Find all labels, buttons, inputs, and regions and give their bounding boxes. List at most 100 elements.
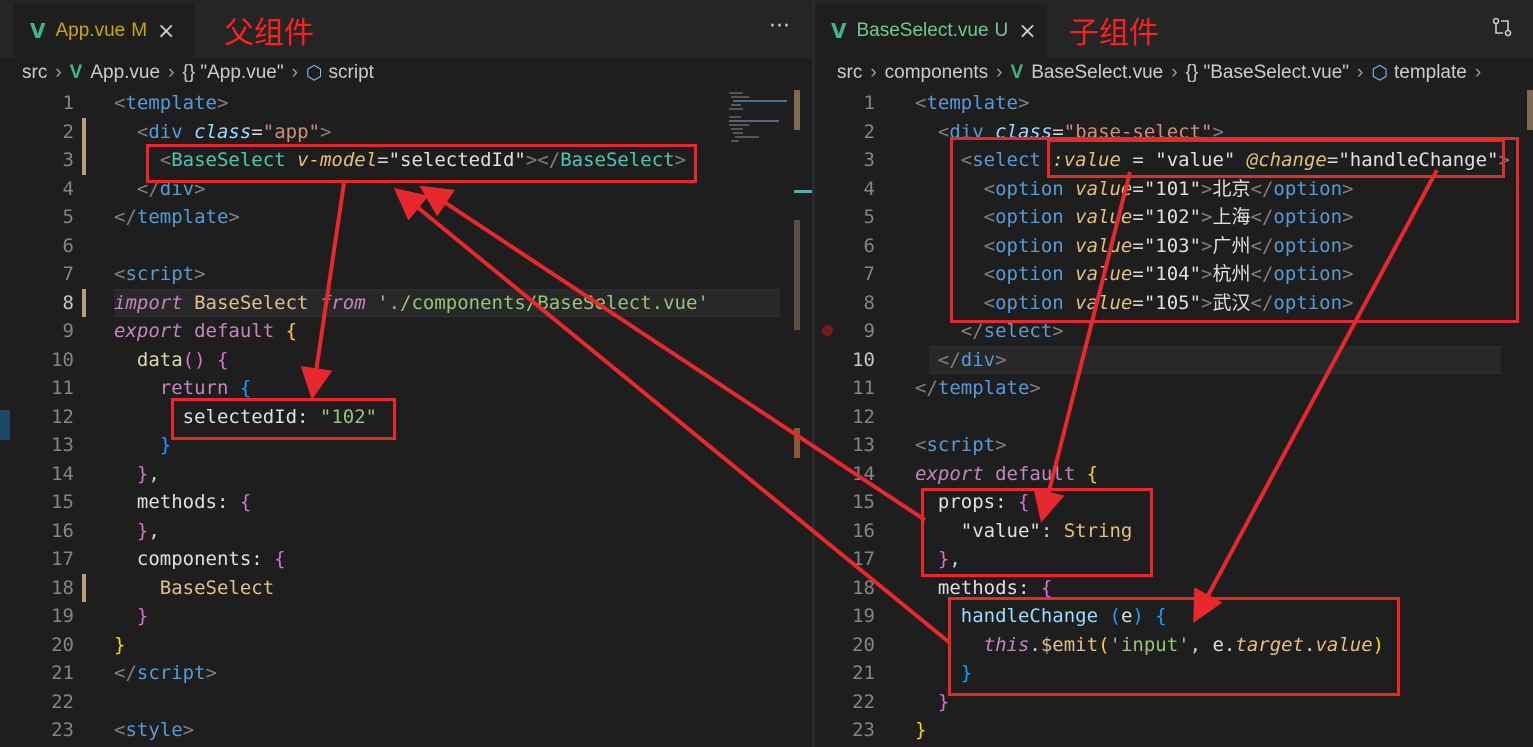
code-token: BaseSelect — [159, 576, 275, 599]
close-icon[interactable]: × — [1018, 19, 1036, 44]
code-token: () — [182, 348, 217, 371]
compare-changes-icon[interactable] — [1491, 16, 1513, 43]
vue-icon: V — [30, 19, 46, 43]
code-line[interactable]: 6 — [0, 232, 812, 261]
code-line[interactable]: 2 <div class="app"> — [0, 117, 812, 147]
code-line[interactable]: 13 } — [0, 431, 812, 460]
chevron-right-icon: › — [168, 62, 175, 83]
code-line[interactable]: 5 </template> — [0, 203, 812, 232]
more-actions-icon[interactable]: ··· — [769, 14, 790, 39]
code-token: } — [136, 605, 149, 627]
code-line[interactable]: 9 export default { — [0, 317, 812, 346]
code-line[interactable]: 1 <template> — [815, 89, 1533, 118]
code-line[interactable]: 23 <style> — [0, 716, 812, 745]
code-line[interactable]: 23} — [815, 716, 1533, 745]
code-line[interactable]: 19 } — [0, 602, 812, 631]
code-text: }, — [114, 517, 160, 546]
breadcrumb-item[interactable]: template — [1394, 62, 1467, 84]
tab-baseselect-vue[interactable]: V BaseSelect.vue U × — [815, 4, 1047, 58]
code-token: < — [114, 263, 126, 285]
code-token: < — [915, 92, 927, 114]
code-token: > — [194, 263, 206, 285]
line-number: 2 — [863, 120, 875, 143]
scrollbar-left[interactable] — [794, 90, 800, 130]
code-line[interactable]: 12 selectedId: "102" — [0, 403, 812, 432]
code-token: { — [1086, 462, 1099, 485]
code-token: from — [319, 291, 378, 314]
code-token: methods: — [937, 576, 1041, 599]
code-line[interactable]: 21 </script> — [0, 659, 812, 688]
code-line[interactable]: 10 </div> — [815, 345, 1533, 374]
code-token: select — [983, 320, 1053, 342]
highlight-box-vmodel — [146, 144, 697, 183]
code-token: } — [136, 462, 149, 485]
code-line[interactable]: 10 data() { — [0, 346, 812, 375]
line-number: 18 — [51, 576, 74, 599]
code-line[interactable]: 22 — [0, 688, 812, 717]
code-token: > — [1029, 377, 1041, 399]
code-line[interactable]: 7 <script> — [0, 260, 812, 289]
code-line[interactable]: 8 import BaseSelect from './components/Ba… — [0, 288, 812, 317]
close-icon[interactable]: × — [157, 19, 175, 44]
breadcrumb-item[interactable]: App.vue — [90, 62, 160, 84]
code-token: > — [995, 434, 1007, 456]
code-line[interactable]: 11 </template> — [815, 374, 1533, 403]
line-number: 1 — [863, 92, 875, 114]
code-text: data() { — [114, 346, 229, 375]
code-line[interactable]: 13 <script> — [815, 431, 1533, 460]
line-number: 9 — [62, 320, 74, 342]
code-line[interactable]: 18 BaseSelect — [0, 573, 812, 602]
line-number: 14 — [852, 462, 875, 485]
code-line[interactable]: 14 export default { — [815, 460, 1533, 489]
minimap[interactable] — [727, 90, 792, 150]
code-token: { — [216, 348, 229, 371]
code-text: <script> — [114, 260, 206, 289]
breadcrumb-item[interactable]: {} "BaseSelect.vue" — [1186, 62, 1350, 84]
code-line[interactable]: 15 methods: { — [0, 488, 812, 517]
code-text: <div class="app"> — [114, 118, 332, 147]
chevron-right-icon: › — [1171, 62, 1178, 83]
code-token: </ — [915, 377, 938, 399]
code-token: script — [926, 434, 996, 456]
code-token: { — [274, 548, 286, 570]
code-text: } — [114, 631, 125, 660]
breadcrumb-item[interactable]: {} "App.vue" — [182, 62, 283, 84]
code-line[interactable]: 11 return { — [0, 374, 812, 403]
line-number: 3 — [62, 149, 74, 171]
code-line[interactable]: 14 }, — [0, 460, 812, 489]
code-token: div — [148, 120, 195, 143]
scrollbar-right[interactable] — [1527, 90, 1533, 130]
code-line[interactable]: 1 <template> — [0, 89, 812, 118]
line-number: 15 — [852, 491, 875, 513]
cube-icon: ⬡ — [1371, 62, 1388, 84]
breadcrumb-item[interactable]: components — [885, 62, 989, 84]
code-token: > — [216, 92, 229, 114]
code-line[interactable]: 16 }, — [0, 517, 812, 546]
code-token: return — [159, 377, 240, 399]
breadcrumb-item[interactable]: BaseSelect.vue — [1031, 62, 1163, 84]
breadcrumb-item[interactable]: script — [329, 62, 374, 84]
code-line[interactable]: 17 components: { — [0, 545, 812, 574]
code-line[interactable]: 12 — [815, 403, 1533, 432]
breadcrumb-item[interactable]: src — [837, 62, 862, 84]
breakpoint-icon[interactable] — [822, 325, 833, 336]
breadcrumb: src › components › V BaseSelect.vue › {}… — [815, 58, 1533, 88]
code-line[interactable]: 20} — [0, 631, 812, 660]
code-token: template — [926, 92, 1018, 114]
breadcrumb-item[interactable]: src — [22, 62, 47, 84]
tab-bar-left: V App.vue M × 父组件 ··· — [0, 0, 812, 58]
code-text: components: { — [114, 545, 286, 574]
tab-app-vue[interactable]: V App.vue M × — [14, 4, 194, 58]
line-number: 23 — [852, 719, 875, 741]
line-number: 5 — [863, 206, 875, 228]
line-number: 6 — [62, 234, 74, 257]
code-token: export — [114, 320, 195, 342]
code-token: > — [228, 206, 240, 228]
code-token: { — [239, 377, 252, 399]
